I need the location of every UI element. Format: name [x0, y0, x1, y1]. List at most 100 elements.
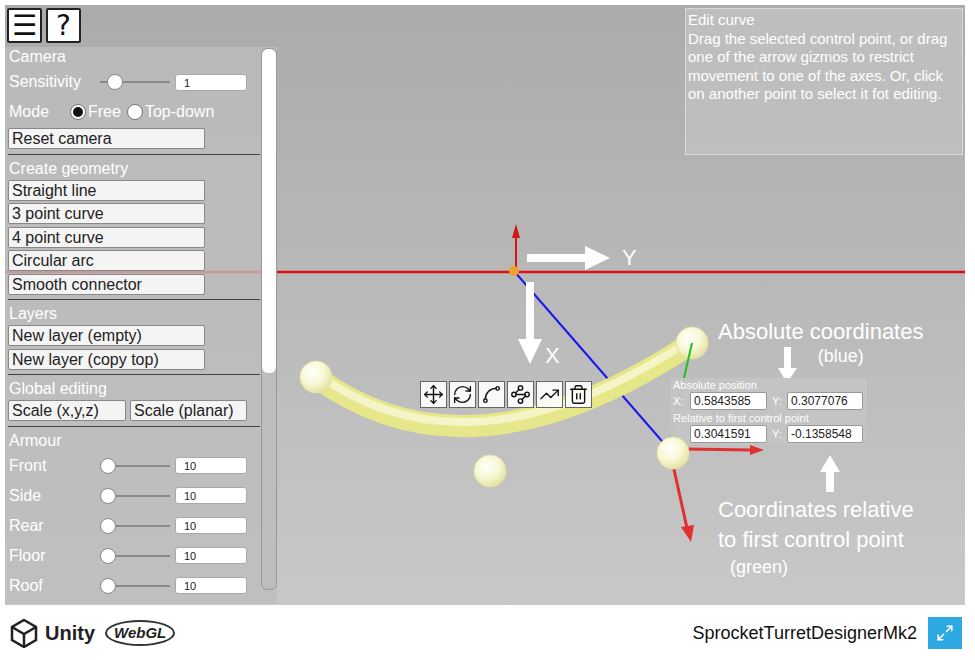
slider[interactable]	[100, 578, 170, 594]
panel-button[interactable]: New layer (empty)	[8, 325, 205, 346]
scrollbar-thumb[interactable]	[262, 49, 276, 373]
scrollbar[interactable]	[261, 48, 277, 590]
bend-icon	[510, 384, 531, 405]
panel-button[interactable]: Straight line	[8, 180, 205, 201]
webgl-badge: WebGL	[105, 620, 175, 646]
button-row: Reset camera	[8, 127, 260, 151]
radio-circle-icon[interactable]	[127, 104, 143, 120]
move-icon	[423, 384, 444, 405]
curve[interactable]	[316, 339, 692, 426]
slider-row: Side 10	[8, 481, 260, 511]
panel-section: LayersNew layer (empty) New layer (copy t…	[8, 304, 260, 375]
radio-circle-icon[interactable]	[70, 104, 86, 120]
section-title: Layers	[8, 304, 260, 324]
control-point[interactable]	[300, 361, 332, 393]
panel-button[interactable]: Scale (x,y,z)	[8, 400, 126, 421]
value-input[interactable]: 10	[175, 517, 247, 534]
slider-thumb[interactable]	[100, 518, 116, 534]
section-title: Camera	[8, 47, 260, 67]
absolute-x-input[interactable]: 0.5843585	[690, 392, 767, 410]
origin-gizmo-up-icon[interactable]	[512, 224, 520, 270]
toolbar-button[interactable]	[449, 381, 476, 408]
x-label: X:	[673, 396, 690, 407]
curve-toolbar	[420, 381, 592, 408]
slider[interactable]	[100, 548, 170, 564]
slider-label: Front	[8, 458, 100, 474]
button-row: New layer (empty)	[8, 324, 260, 348]
unity-cube-icon	[9, 618, 39, 648]
panel-button[interactable]: Reset camera	[8, 128, 205, 149]
slider-label: Side	[8, 488, 100, 504]
toolbar-button[interactable]	[420, 381, 447, 408]
panel-button[interactable]: 3 point curve	[8, 203, 205, 224]
slider[interactable]	[100, 74, 170, 90]
slider-thumb[interactable]	[100, 548, 116, 564]
top-buttons: ☰?	[7, 8, 81, 43]
toolbar-button[interactable]	[565, 381, 592, 408]
fullscreen-button[interactable]	[928, 617, 962, 649]
y-label: Y:	[767, 396, 787, 407]
toolbar-button[interactable]	[478, 381, 505, 408]
curve-icon	[481, 384, 502, 405]
absolute-y-input[interactable]: 0.3077076	[787, 392, 863, 410]
panel-section: Create geometryStraight line3 point curv…	[8, 159, 260, 301]
app: YXAbsolute positionX:0.5843585Y:0.307707…	[0, 0, 975, 660]
radio-dot-icon	[73, 107, 83, 117]
slider-label: Roof	[8, 578, 100, 594]
value-input[interactable]: 10	[175, 457, 247, 474]
relative-x-input[interactable]: 0.3041591	[690, 425, 767, 443]
radio-option[interactable]: Top-down	[127, 104, 214, 120]
slider-label: Rear	[8, 518, 100, 534]
button-row: 3 point curve	[8, 202, 260, 226]
relative-annotation: Coordinates relativeto first control poi…	[718, 495, 914, 579]
slider-row: Floor10	[8, 541, 260, 571]
panel-section: Global editingScale (x,y,z)Scale (planar…	[8, 379, 260, 427]
slider-row: Sensitivity 1	[8, 67, 260, 97]
slider[interactable]	[100, 458, 170, 474]
button-row: Scale (x,y,z)Scale (planar)	[8, 399, 260, 423]
panel-button[interactable]: 4 point curve	[8, 227, 205, 248]
radio-option-label: Top-down	[145, 104, 214, 120]
app-title: SprocketTurretDesignerMk2	[693, 624, 917, 642]
viewport-canvas[interactable]: YXAbsolute positionX:0.5843585Y:0.307707…	[5, 5, 965, 605]
annotation-note: (blue)	[778, 345, 864, 367]
trash-icon	[568, 384, 589, 405]
relative-y-input[interactable]: -0.1358548	[787, 425, 863, 443]
selected-point-drawing	[650, 430, 696, 476]
value-input[interactable]: 10	[175, 487, 247, 504]
menu-button[interactable]: ☰	[7, 8, 42, 43]
footer: UnityWebGLSprocketTurretDesignerMk2	[0, 605, 975, 660]
section-title: Global editing	[8, 379, 260, 399]
radio-option-label: Free	[88, 104, 121, 120]
panel-button[interactable]: New layer (copy top)	[8, 349, 205, 370]
slider[interactable]	[100, 518, 170, 534]
rotate-icon	[452, 384, 473, 405]
slider-thumb[interactable]	[107, 74, 123, 90]
help-button[interactable]: ?	[46, 8, 81, 43]
slider[interactable]	[100, 488, 170, 504]
left-panel: Camera Sensitivity 1 Mode Free Top-down Reset …	[5, 47, 277, 604]
point-gizmo-x-icon[interactable]	[684, 445, 764, 455]
toolbar-button[interactable]	[507, 381, 534, 408]
panel-button[interactable]: Circular arc	[8, 250, 205, 271]
slider-thumb[interactable]	[100, 458, 116, 474]
slider-thumb[interactable]	[100, 578, 116, 594]
radio-option[interactable]: Free	[70, 104, 121, 120]
slider-row: Front 10	[8, 451, 260, 481]
value-input[interactable]: 1	[175, 74, 247, 91]
toolbar-button[interactable]	[536, 381, 563, 408]
button-row: Smooth connector	[8, 273, 260, 297]
section-title: Create geometry	[8, 159, 260, 179]
value-input[interactable]: 10	[175, 577, 247, 594]
annotation-up-arrow-icon	[820, 455, 840, 492]
panel-button[interactable]: Smooth connector	[8, 274, 205, 295]
slider-thumb[interactable]	[100, 488, 116, 504]
slider-row: Rear 10	[8, 511, 260, 541]
control-point[interactable]	[657, 437, 689, 469]
control-point[interactable]	[474, 455, 506, 487]
value-input[interactable]: 10	[175, 547, 247, 564]
slider-label: Sensitivity	[8, 74, 100, 90]
radio-label: Mode	[8, 104, 70, 120]
panel-button[interactable]: Scale (planar)	[130, 400, 247, 421]
absolute-row: X:0.5843585Y:0.3077076	[673, 392, 864, 410]
